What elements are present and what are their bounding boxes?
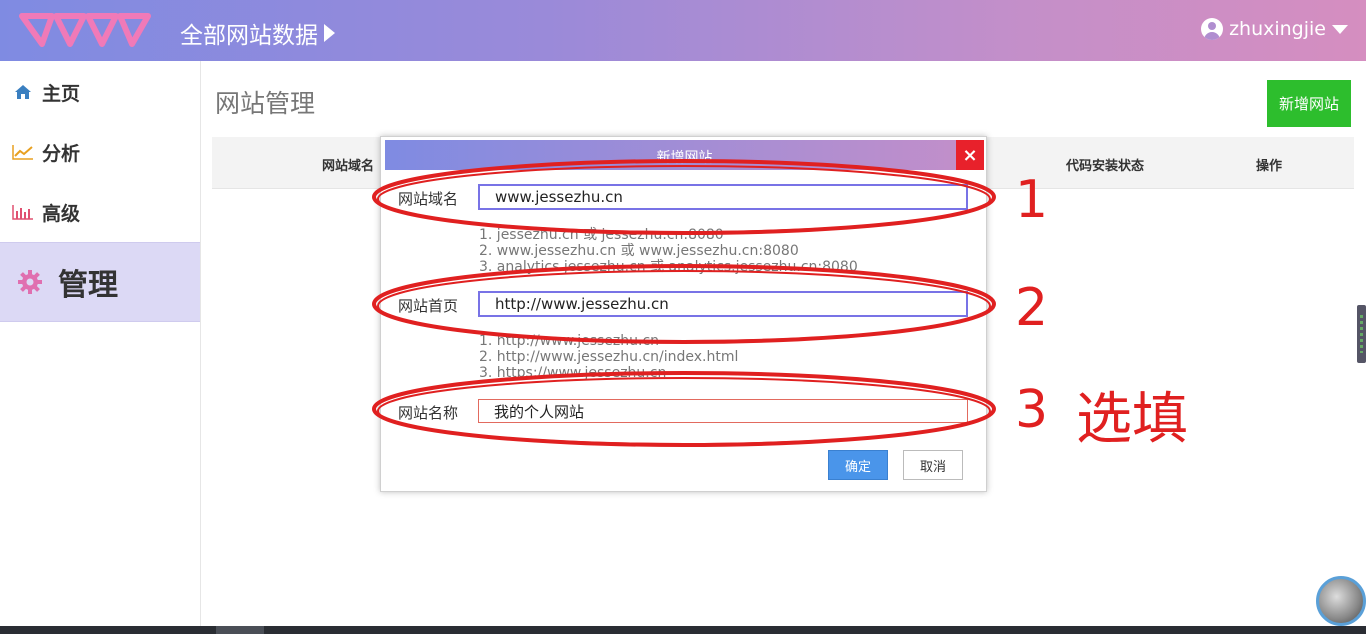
avatar[interactable]	[1316, 576, 1366, 626]
modal-header: 新增网站 ×	[385, 140, 984, 170]
add-site-modal: 新增网站 × 网站域名 1. jessezhu.cn 或 jessezhu.cn…	[380, 136, 987, 492]
confirm-button[interactable]: 确定	[828, 450, 888, 480]
domain-hint-line: 2. www.jessezhu.cn 或 www.jessezhu.cn:808…	[479, 243, 799, 259]
bar-chart-icon	[12, 203, 34, 221]
column-header-actions: 操作	[1256, 159, 1283, 174]
homepage-hint-line: 1. http://www.jessezhu.cn	[479, 333, 660, 349]
gear-icon	[16, 268, 44, 296]
add-site-button[interactable]: 新增网站	[1267, 80, 1351, 127]
close-icon: ×	[962, 144, 978, 166]
caret-down-icon	[1332, 24, 1348, 34]
sidebar-item-manage[interactable]: 管理	[0, 242, 200, 322]
site-name-label: 网站名称	[398, 404, 459, 422]
close-button[interactable]: ×	[956, 140, 984, 170]
site-selector[interactable]: 全部网站数据	[180, 16, 335, 50]
play-arrow-icon	[324, 24, 335, 42]
annotation-optional-label: 选填	[1076, 387, 1188, 452]
homepage-label: 网站首页	[398, 297, 459, 315]
homepage-hint-line: 3. https://www.jessezhu.cn	[479, 365, 667, 381]
domain-label: 网站域名	[398, 190, 459, 208]
sidebar-item-label: 分析	[42, 142, 81, 165]
taskbar	[0, 626, 1366, 634]
domain-hint: 1. jessezhu.cn 或 jessezhu.cn:8080 2. www…	[479, 227, 858, 275]
site-name-input[interactable]	[478, 399, 968, 423]
sidebar-item-analysis[interactable]: 分析	[0, 122, 200, 182]
user-icon	[1201, 18, 1224, 40]
home-icon	[12, 83, 34, 101]
sidebar-item-label: 主页	[42, 82, 81, 105]
logo[interactable]	[18, 10, 152, 52]
annotation-number-3: 3	[1015, 380, 1049, 440]
top-header: 全部网站数据 zhuxingjie	[0, 0, 1366, 61]
page-title: 网站管理	[215, 89, 316, 118]
sidebar-item-label: 管理	[58, 268, 118, 303]
line-chart-icon	[12, 143, 34, 161]
sidebar-item-advanced[interactable]: 高级	[0, 182, 200, 242]
column-header-install-status: 代码安装状态	[1066, 159, 1145, 174]
taskbar-item[interactable]	[216, 626, 264, 634]
site-selector-label: 全部网站数据	[180, 23, 318, 49]
cancel-button[interactable]: 取消	[903, 450, 963, 480]
domain-input[interactable]	[478, 184, 968, 210]
modal-title: 新增网站	[656, 150, 713, 166]
homepage-hint-line: 2. http://www.jessezhu.cn/index.html	[479, 349, 739, 365]
sidebar: 主页 分析 高级 管理	[0, 61, 201, 626]
user-menu[interactable]: zhuxingjie	[1201, 18, 1348, 40]
domain-hint-line: 3. analytics.jessezhu.cn 或 analytics.jes…	[479, 259, 858, 275]
homepage-hint: 1. http://www.jessezhu.cn 2. http://www.…	[479, 333, 738, 381]
column-header-domain: 网站域名	[322, 159, 375, 174]
sidebar-item-home[interactable]: 主页	[0, 62, 200, 122]
username: zhuxingjie	[1229, 18, 1326, 40]
homepage-input[interactable]	[478, 291, 968, 317]
scrollbar-handle[interactable]	[1357, 305, 1366, 363]
domain-hint-line: 1. jessezhu.cn 或 jessezhu.cn:8080	[479, 227, 724, 243]
annotation-number-2: 2	[1015, 278, 1049, 338]
sidebar-item-label: 高级	[42, 202, 81, 225]
annotation-number-1: 1	[1015, 170, 1049, 230]
